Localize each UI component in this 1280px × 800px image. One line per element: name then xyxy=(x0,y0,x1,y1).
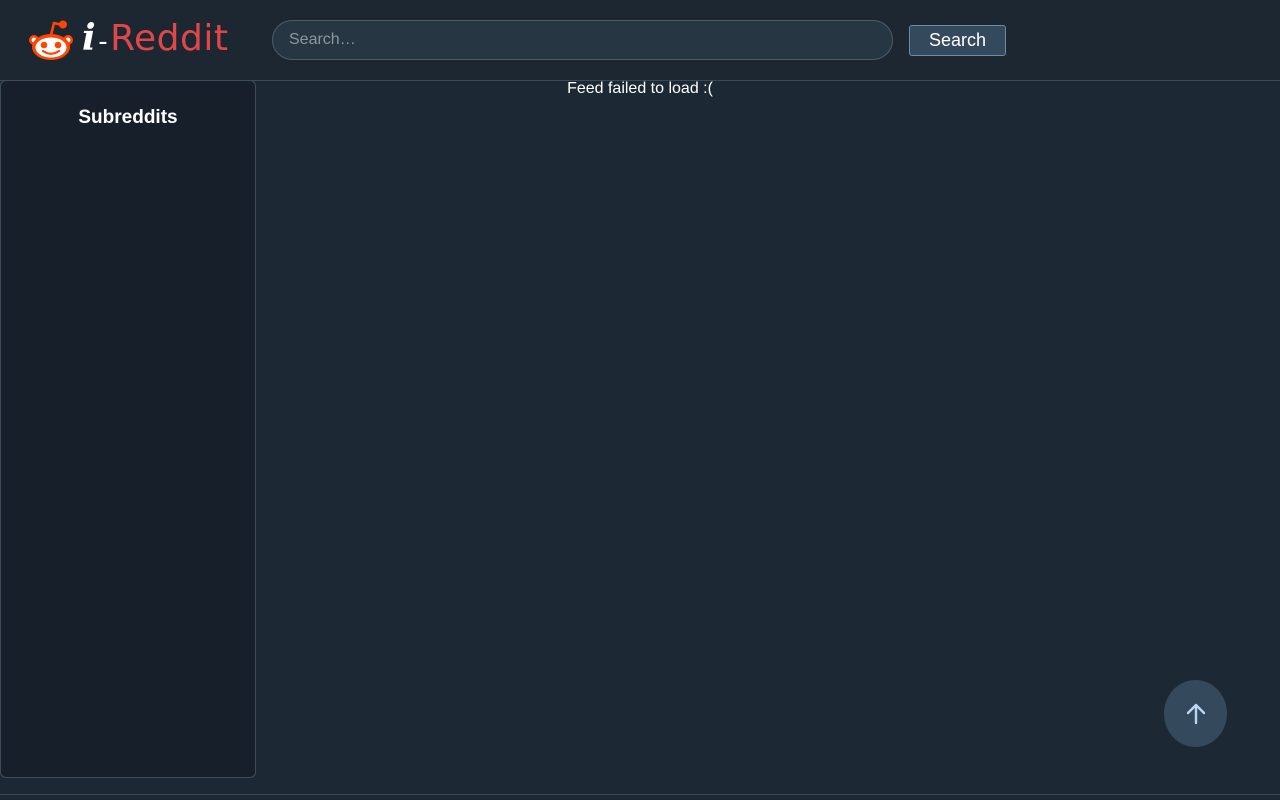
app-root: i-Reddit Search Subreddits Feed failed t… xyxy=(0,0,1280,800)
logo-dash: - xyxy=(98,27,109,57)
arrow-up-icon xyxy=(1186,703,1205,724)
logo-prefix: i xyxy=(82,17,97,59)
footer-divider xyxy=(0,794,1280,800)
sidebar-title: Subreddits xyxy=(78,107,178,128)
reddit-alien-icon xyxy=(29,20,73,60)
scroll-to-top-button[interactable] xyxy=(1164,680,1227,747)
feed-error-message: Feed failed to load :( xyxy=(567,80,713,97)
logo-name: Reddit xyxy=(110,18,229,59)
logo-text: i-Reddit xyxy=(82,16,228,64)
top-header: i-Reddit Search xyxy=(0,0,1280,81)
search-button[interactable]: Search xyxy=(909,25,1006,56)
subreddits-sidebar: Subreddits xyxy=(0,80,256,778)
search-input[interactable] xyxy=(272,20,893,60)
site-logo[interactable]: i-Reddit xyxy=(28,16,228,64)
